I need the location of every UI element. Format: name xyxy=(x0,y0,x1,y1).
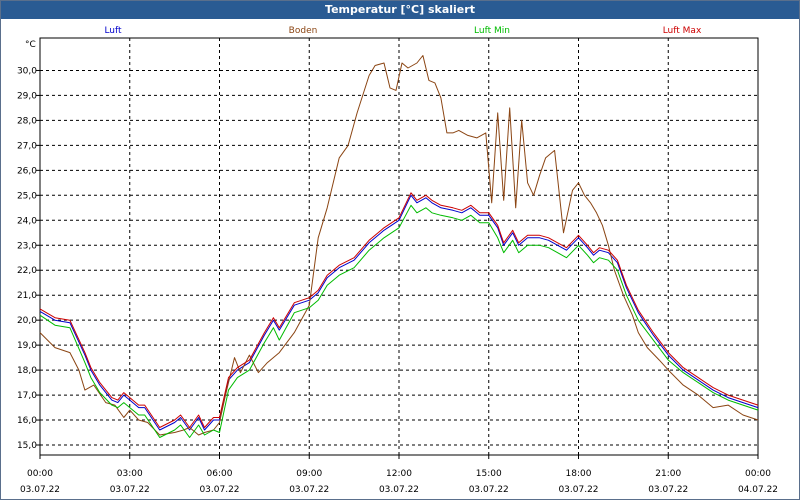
y-tick-label: 16,0 xyxy=(17,416,37,426)
y-tick-label: 29,0 xyxy=(17,91,37,101)
y-tick-label: 28,0 xyxy=(17,116,37,126)
x-tick-time-label: 00:00 xyxy=(27,469,53,479)
x-axis-ticks: 00:00 03.07.22 03:00 03.07.22 06:00 03.07.22 0… xyxy=(20,455,778,495)
y-axis-unit: °C xyxy=(25,40,36,50)
x-tick-date-label: 03.07.22 xyxy=(110,485,150,495)
temperature-chart: 15,0 16,0 17,0 18,0 19,0 20,0 21,0 22,0 23,0 24,0… xyxy=(17,26,778,495)
y-tick-label: 24,0 xyxy=(17,216,37,226)
legend-entry: Boden xyxy=(289,26,318,36)
x-tick-date-label: 03.07.22 xyxy=(289,485,329,495)
legend-entry: Luft Max xyxy=(663,26,702,36)
x-tick-date-label: 03.07.22 xyxy=(558,485,598,495)
x-tick-time-label: 21:00 xyxy=(655,469,681,479)
y-tick-label: 25,0 xyxy=(17,191,37,201)
y-tick-label: 15,0 xyxy=(17,441,37,451)
x-tick-time-label: 09:00 xyxy=(296,469,322,479)
x-tick-date-label: 03.07.22 xyxy=(469,485,509,495)
legend-entry: Luft xyxy=(104,26,122,36)
y-tick-label: 18,0 xyxy=(17,366,37,376)
y-tick-label: 21,0 xyxy=(17,291,37,301)
x-tick-date-label: 03.07.22 xyxy=(199,485,239,495)
y-tick-label: 22,0 xyxy=(17,266,37,276)
x-tick-date-label: 03.07.22 xyxy=(379,485,419,495)
legend: Luft Boden Luft Min Luft Max xyxy=(104,26,702,36)
x-tick-date-label: 03.07.22 xyxy=(20,485,60,495)
x-tick-date-label: 04.07.22 xyxy=(738,485,778,495)
y-tick-label: 23,0 xyxy=(17,241,37,251)
y-tick-label: 20,0 xyxy=(17,316,37,326)
y-tick-label: 30,0 xyxy=(17,66,37,76)
x-tick-time-label: 18:00 xyxy=(566,469,592,479)
y-tick-label: 17,0 xyxy=(17,391,37,401)
x-tick-time-label: 12:00 xyxy=(386,469,412,479)
y-tick-label: 27,0 xyxy=(17,141,37,151)
x-tick-time-label: 06:00 xyxy=(207,469,233,479)
legend-entry: Luft Min xyxy=(474,26,510,36)
y-tick-label: 19,0 xyxy=(17,341,37,351)
x-tick-time-label: 03:00 xyxy=(117,469,143,479)
y-axis-ticks: 15,0 16,0 17,0 18,0 19,0 20,0 21,0 22,0 23,0 24,0… xyxy=(17,66,40,451)
x-tick-date-label: 03.07.22 xyxy=(648,485,688,495)
x-tick-time-label: 00:00 xyxy=(745,469,771,479)
y-tick-label: 26,0 xyxy=(17,166,37,176)
x-tick-time-label: 15:00 xyxy=(476,469,502,479)
